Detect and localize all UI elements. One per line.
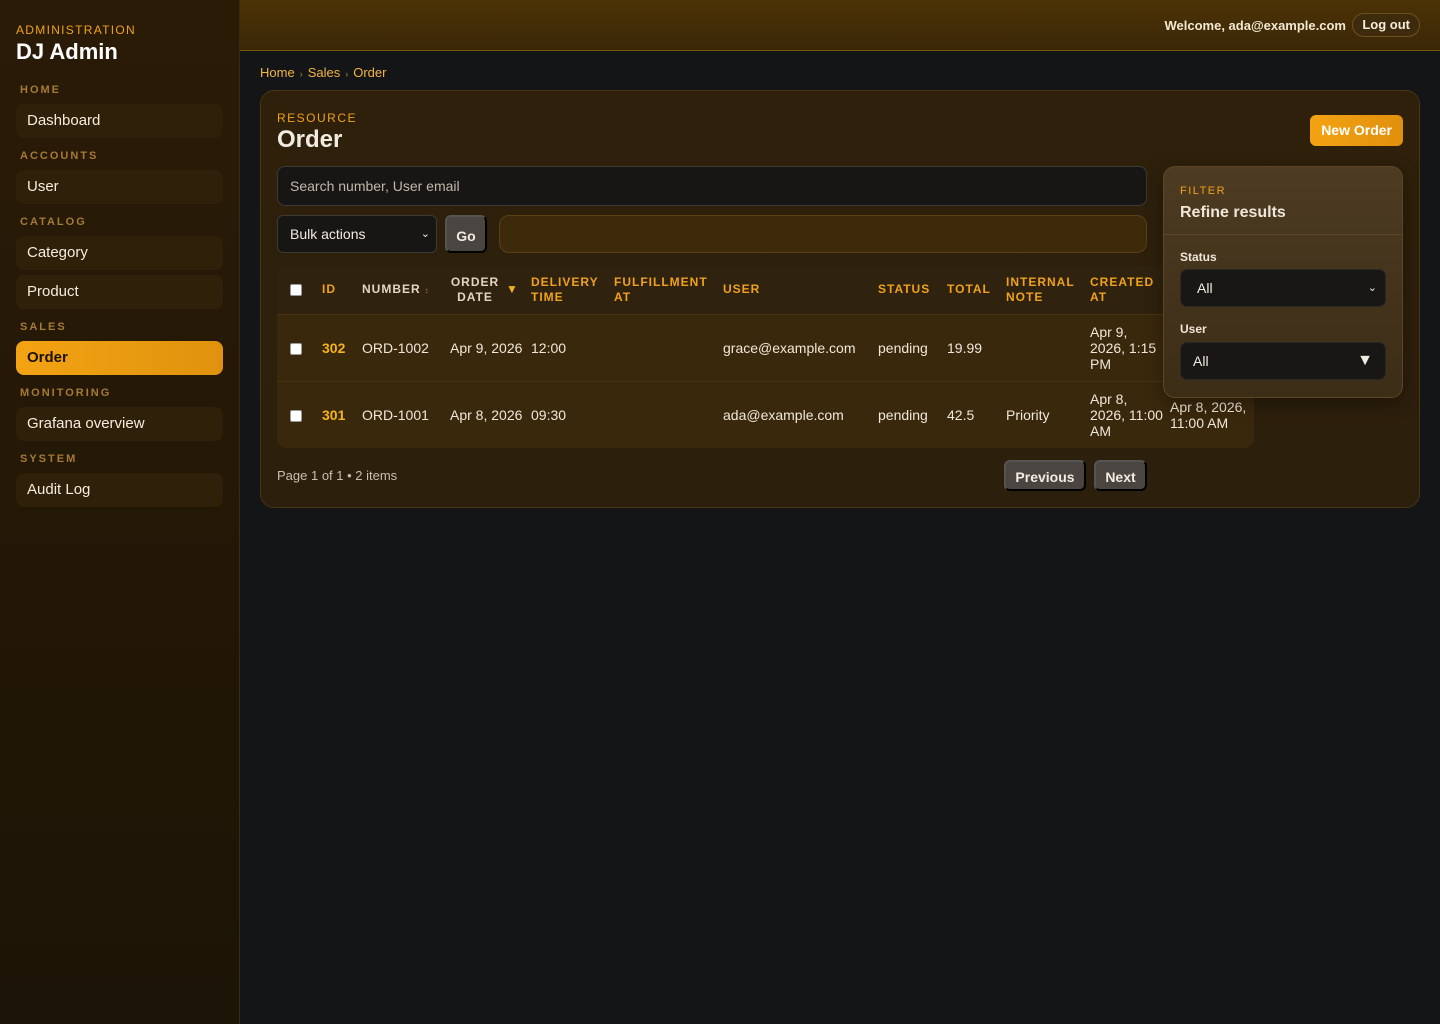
chevron-down-icon: ⌄	[1368, 270, 1377, 306]
next-button[interactable]: Next	[1094, 460, 1147, 491]
col-fulfillment-at[interactable]: FULFILLMENT AT	[614, 266, 723, 314]
topbar: Welcome, ada@example.com Log out	[240, 0, 1440, 51]
chevron-right-icon: ›	[345, 69, 348, 79]
col-order-date-label: ORDER DATE	[450, 275, 500, 305]
sidebar-item-user[interactable]: User	[16, 170, 223, 204]
select-all-checkbox[interactable]	[290, 284, 302, 296]
go-button[interactable]: Go	[445, 215, 487, 253]
user-filter-select[interactable]: All ▼	[1180, 342, 1386, 380]
bulk-actions-value: Bulk actions	[290, 226, 365, 242]
sidebar: ADMINISTRATION DJ Admin HOME Dashboard A…	[0, 0, 240, 1024]
col-delivery-time[interactable]: DELIVERY TIME	[531, 266, 614, 314]
nav-section-sales: SALES	[20, 321, 223, 335]
user-email: ada@example.com	[723, 381, 878, 448]
table-row: 302 ORD-1002 Apr 9, 2026 12:00 grace@exa…	[277, 314, 1254, 381]
sort-icon: ↕	[425, 286, 430, 295]
nav-section-monitoring: MONITORING	[20, 387, 223, 401]
breadcrumb-home[interactable]: Home	[260, 65, 295, 80]
status-filter-value: All	[1197, 280, 1213, 296]
sidebar-item-grafana-overview[interactable]: Grafana overview	[16, 407, 223, 441]
table-header-row: ID NUMBER ↕ ORDER DATE ▼ DELIVERY TIME FUL…	[277, 266, 1254, 314]
total: 19.99	[947, 314, 1006, 381]
nav-section-system: SYSTEM	[20, 453, 223, 467]
internal-note	[1006, 314, 1090, 381]
sidebar-item-category[interactable]: Category	[16, 236, 223, 270]
search-input[interactable]	[277, 166, 1147, 206]
orders-table: ID NUMBER ↕ ORDER DATE ▼ DELIVERY TIME FUL…	[277, 266, 1254, 448]
col-order-date[interactable]: ORDER DATE ▼	[450, 266, 531, 314]
new-order-button[interactable]: New Order	[1310, 115, 1403, 146]
filter-panel: FILTER Refine results Status All ⌄ User A…	[1163, 166, 1403, 398]
sidebar-nav: HOME Dashboard ACCOUNTS User CATALOG Cat…	[16, 84, 223, 512]
internal-note: Priority	[1006, 381, 1090, 448]
triangle-down-icon: ▼	[1357, 343, 1373, 379]
chevron-down-icon: ⌄	[421, 216, 430, 252]
col-internal-note[interactable]: INTERNAL NOTE	[1006, 266, 1090, 314]
user-filter-value: All	[1193, 353, 1209, 369]
created-at: Apr 8, 2026, 11:00 AM	[1090, 381, 1170, 448]
sidebar-item-order[interactable]: Order	[16, 341, 223, 375]
filter-title: Refine results	[1180, 204, 1286, 222]
nav-section-catalog: CATALOG	[20, 216, 223, 230]
logout-button[interactable]: Log out	[1352, 13, 1420, 37]
col-number-label: NUMBER	[362, 282, 421, 296]
brand-title[interactable]: DJ Admin	[16, 39, 118, 65]
delivery-time: 09:30	[531, 381, 614, 448]
user-filter-label: User	[1180, 322, 1207, 336]
sort-desc-icon: ▼	[506, 282, 519, 297]
user-email: grace@example.com	[723, 314, 878, 381]
col-user[interactable]: USER	[723, 266, 878, 314]
resource-kicker: RESOURCE	[277, 111, 357, 125]
status-filter-select[interactable]: All ⌄	[1180, 269, 1386, 307]
bulk-action-field[interactable]	[499, 215, 1147, 253]
filter-kicker: FILTER	[1180, 185, 1226, 197]
pagination-info: Page 1 of 1 • 2 items	[277, 468, 397, 483]
fulfillment-at	[614, 314, 723, 381]
status-filter-label: Status	[1180, 250, 1217, 264]
col-number[interactable]: NUMBER ↕	[362, 266, 450, 314]
welcome-text: Welcome, ada@example.com	[1164, 18, 1346, 33]
row-checkbox[interactable]	[290, 410, 302, 422]
previous-button[interactable]: Previous	[1004, 460, 1086, 491]
row-checkbox[interactable]	[290, 343, 302, 355]
order-date: Apr 9, 2026	[450, 314, 531, 381]
breadcrumb-sales[interactable]: Sales	[308, 65, 341, 80]
col-id[interactable]: ID	[322, 266, 362, 314]
order-number: ORD-1002	[362, 314, 450, 381]
col-status[interactable]: STATUS	[878, 266, 947, 314]
table-row: 301 ORD-1001 Apr 8, 2026 09:30 ada@examp…	[277, 381, 1254, 448]
page-title: Order	[277, 126, 342, 154]
bulk-actions-select[interactable]: Bulk actions ⌄	[277, 215, 437, 253]
order-id-link[interactable]: 302	[322, 314, 362, 381]
chevron-right-icon: ›	[300, 69, 303, 79]
order-id-link[interactable]: 301	[322, 381, 362, 448]
col-total[interactable]: TOTAL	[947, 266, 1006, 314]
brand-kicker: ADMINISTRATION	[16, 23, 136, 37]
order-date: Apr 8, 2026	[450, 381, 531, 448]
col-created-at[interactable]: CREATED AT	[1090, 266, 1170, 314]
divider	[1164, 234, 1402, 235]
fulfillment-at	[614, 381, 723, 448]
created-at: Apr 9, 2026, 1:15 PM	[1090, 314, 1170, 381]
status: pending	[878, 381, 947, 448]
status: pending	[878, 314, 947, 381]
order-number: ORD-1001	[362, 381, 450, 448]
delivery-time: 12:00	[531, 314, 614, 381]
nav-section-home: HOME	[20, 84, 223, 98]
breadcrumb-order: Order	[353, 65, 386, 80]
sidebar-item-audit-log[interactable]: Audit Log	[16, 473, 223, 507]
sidebar-item-product[interactable]: Product	[16, 275, 223, 309]
breadcrumb: Home › Sales › Order	[260, 65, 386, 80]
total: 42.5	[947, 381, 1006, 448]
nav-section-accounts: ACCOUNTS	[20, 150, 223, 164]
sidebar-item-dashboard[interactable]: Dashboard	[16, 104, 223, 138]
